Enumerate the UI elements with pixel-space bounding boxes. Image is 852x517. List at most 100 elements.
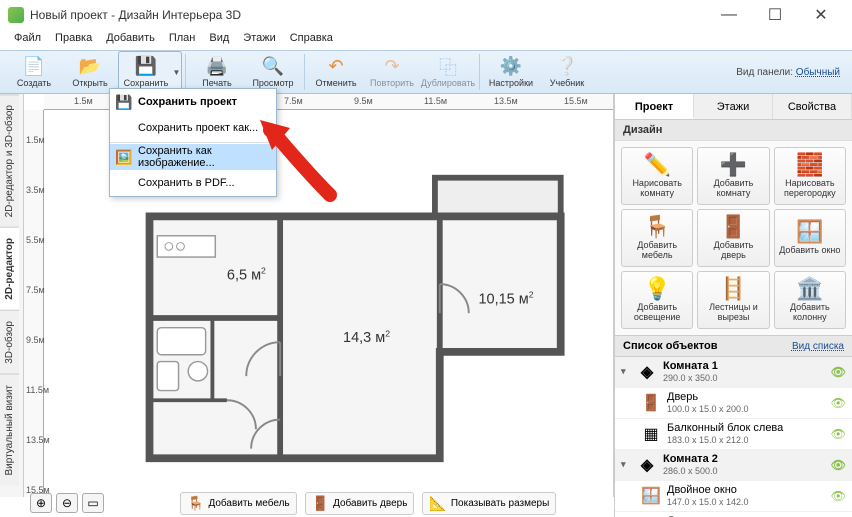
draw-wall-button[interactable]: 🧱Нарисовать перегородку (774, 147, 846, 205)
tutor-button[interactable]: ❔Учебник (539, 51, 595, 93)
menu-file[interactable]: Файл (8, 30, 47, 50)
svg-text:10,15 м2: 10,15 м2 (478, 290, 533, 308)
save-icon: 💾 (116, 94, 132, 110)
list-item[interactable]: 🪟 Двойное окно147.0 x 15.0 x 142.0 👁 (615, 481, 852, 512)
add-door-button[interactable]: 🚪Добавить дверь (697, 209, 769, 267)
duplicate-button[interactable]: ⿻Дублировать (420, 51, 476, 93)
add-room-button[interactable]: ➕Добавить комнату (697, 147, 769, 205)
design-header: Дизайн (615, 120, 852, 141)
chevron-down-icon: ▾ (621, 366, 631, 377)
redo-icon: ↷ (381, 57, 403, 77)
save-dropdown-arrow[interactable]: ▼ (172, 51, 182, 93)
redo-button[interactable]: ↷Повторить (364, 51, 420, 93)
svg-text:14,3 м2: 14,3 м2 (343, 328, 390, 346)
magnifier-icon: 🔍 (262, 57, 284, 77)
menu-bar: Файл Правка Добавить План Вид Этажи Спра… (0, 30, 852, 50)
list-item[interactable]: ▦ Балконный блок слева183.0 x 15.0 x 212… (615, 419, 852, 450)
maximize-button[interactable]: ☐ (752, 0, 798, 30)
tab-properties[interactable]: Свойства (773, 94, 852, 119)
balcony-icon: ▦ (641, 424, 661, 444)
brick-wall-icon: 🧱 (796, 153, 823, 177)
visibility-icon[interactable]: 👁 (831, 427, 846, 441)
create-button[interactable]: 📄Создать (6, 51, 62, 93)
visibility-icon[interactable]: 👁 (831, 396, 846, 410)
visibility-icon[interactable]: 👁 (831, 458, 846, 472)
visibility-icon[interactable]: 👁 (831, 365, 846, 379)
right-panel: Проект Этажи Свойства Дизайн ✏️Нарисоват… (614, 94, 852, 517)
zoom-out-button[interactable]: ⊖ (56, 493, 78, 513)
add-furniture-button[interactable]: 🪑Добавить мебель (621, 209, 693, 267)
window-icon: 🪟 (641, 486, 661, 506)
vtab-3d[interactable]: 3D-обзор (0, 310, 19, 374)
svg-text:6,5 м2: 6,5 м2 (227, 266, 266, 284)
new-file-icon: 📄 (23, 57, 45, 77)
vtab-virtual[interactable]: Виртуальный визит (0, 374, 19, 486)
list-item[interactable]: 🚪 Дверь100.0 x 15.0 x 200.0 👁 (615, 512, 852, 517)
add-furniture-bottom[interactable]: 🪑Добавить мебель (180, 492, 297, 515)
folder-open-icon: 📂 (79, 57, 101, 77)
open-button[interactable]: 📂Открыть (62, 51, 118, 93)
window-icon: 🪟 (796, 220, 823, 244)
print-button[interactable]: 🖨️Печать (189, 51, 245, 93)
dd-save-project[interactable]: 💾Сохранить проект (110, 89, 276, 115)
object-list-header: Список объектов Вид списка (615, 335, 852, 357)
list-item-room[interactable]: ▾ ◈ Комната 1290.0 x 350.0 👁 (615, 357, 852, 388)
stairs-button[interactable]: 🪜Лестницы и вырезы (697, 271, 769, 329)
right-tabs: Проект Этажи Свойства (615, 94, 852, 120)
minimize-button[interactable]: — (706, 0, 752, 30)
dd-save-pdf[interactable]: Сохранить в PDF... (110, 170, 276, 196)
menu-floors[interactable]: Этажи (237, 30, 281, 50)
app-icon (8, 7, 24, 23)
help-icon: ❔ (556, 57, 578, 77)
window-title: Новый проект - Дизайн Интерьера 3D (30, 8, 241, 22)
menu-add[interactable]: Добавить (100, 30, 161, 50)
draw-room-button[interactable]: ✏️Нарисовать комнату (621, 147, 693, 205)
save-icon: 💾 (135, 57, 157, 77)
add-light-button[interactable]: 💡Добавить освещение (621, 271, 693, 329)
tab-project[interactable]: Проект (615, 94, 694, 119)
close-button[interactable]: ✕ (798, 0, 844, 30)
add-window-button[interactable]: 🪟Добавить окно (774, 209, 846, 267)
room-icon: ◈ (637, 362, 657, 382)
zoom-controls: ⊕ ⊖ ▭ (30, 493, 104, 513)
vtab-2d-3d[interactable]: 2D-редактор и 3D-обзор (0, 94, 19, 227)
room-icon: ◈ (637, 455, 657, 475)
menu-help[interactable]: Справка (284, 30, 339, 50)
column-icon: 🏛️ (796, 277, 823, 301)
zoom-in-button[interactable]: ⊕ (30, 493, 52, 513)
tab-floors[interactable]: Этажи (694, 94, 773, 119)
design-grid: ✏️Нарисовать комнату ➕Добавить комнату 🧱… (615, 141, 852, 335)
object-list[interactable]: ▾ ◈ Комната 1290.0 x 350.0 👁 🚪 Дверь100.… (615, 357, 852, 517)
save-button[interactable]: 💾Сохранить (118, 51, 174, 93)
door-icon: 🚪 (641, 393, 661, 413)
stairs-icon: 🪜 (720, 277, 747, 301)
menu-view[interactable]: Вид (203, 30, 235, 50)
list-item-room[interactable]: ▾ ◈ Комната 2286.0 x 500.0 👁 (615, 450, 852, 481)
image-icon: 🖼️ (116, 149, 132, 165)
settings-button[interactable]: ⚙️Настройки (483, 51, 539, 93)
pencil-room-icon: ✏️ (643, 153, 670, 177)
add-door-bottom[interactable]: 🚪Добавить дверь (305, 492, 415, 515)
undo-button[interactable]: ↶Отменить (308, 51, 364, 93)
duplicate-icon: ⿻ (437, 57, 459, 77)
dd-save-project-as[interactable]: Сохранить проект как... (110, 115, 276, 141)
gear-icon: ⚙️ (500, 57, 522, 77)
add-column-button[interactable]: 🏛️Добавить колонну (774, 271, 846, 329)
title-bar: Новый проект - Дизайн Интерьера 3D — ☐ ✕ (0, 0, 852, 30)
ruler-icon: 📐 (429, 495, 446, 512)
view-panel-link[interactable]: Обычный (796, 67, 840, 78)
menu-edit[interactable]: Правка (49, 30, 98, 50)
list-item[interactable]: 🚪 Дверь100.0 x 15.0 x 200.0 👁 (615, 388, 852, 419)
show-sizes-bottom[interactable]: 📐Показывать размеры (422, 492, 556, 515)
list-view-mode[interactable]: Вид списка (792, 341, 844, 352)
bottom-actions: 🪑Добавить мебель 🚪Добавить дверь 📐Показы… (180, 492, 556, 515)
save-dropdown: 💾Сохранить проект Сохранить проект как..… (109, 88, 277, 197)
vtab-2d[interactable]: 2D-редактор (0, 227, 19, 310)
left-tab-strip: 2D-редактор и 3D-обзор 2D-редактор 3D-об… (0, 94, 24, 497)
door-icon: 🚪 (312, 495, 329, 512)
visibility-icon[interactable]: 👁 (831, 489, 846, 503)
preview-button[interactable]: 🔍Просмотр (245, 51, 301, 93)
menu-plan[interactable]: План (163, 30, 202, 50)
zoom-fit-button[interactable]: ▭ (82, 493, 104, 513)
dd-save-as-image[interactable]: 🖼️Сохранить как изображение... (110, 144, 276, 170)
